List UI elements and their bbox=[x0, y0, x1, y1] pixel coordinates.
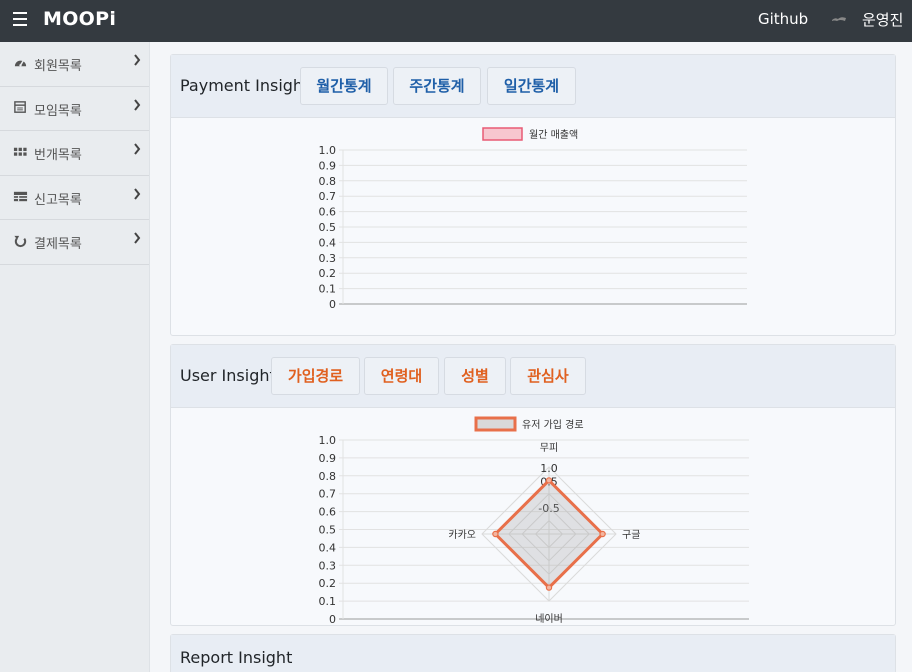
sidebar-item-label: 결제목록 bbox=[34, 237, 82, 252]
y-tick-label: 0.4 bbox=[319, 541, 337, 554]
radar-series-area bbox=[493, 478, 605, 590]
chevron-right-icon bbox=[134, 187, 141, 200]
legend-swatch bbox=[474, 416, 517, 432]
radar-data-point bbox=[599, 530, 606, 538]
card-title: User Insight bbox=[180, 366, 276, 385]
top-navbar: MOOPi Github 운영진 bbox=[0, 0, 912, 42]
hamburger-icon[interactable] bbox=[13, 12, 27, 26]
sidebar: 회원목록 모임목록 번개목록 신고목록 결제목록 bbox=[0, 42, 150, 672]
sidebar-item-label: 번개목록 bbox=[34, 148, 82, 163]
monthly-sales-chart: 월간 매출액 0 0.1 0.2 0.3 0.4 0.5 0.6 0.7 0.8 0.9 1.0 bbox=[319, 127, 747, 311]
tab-gender[interactable]: 성별 bbox=[444, 357, 506, 395]
payment-insight-card: Payment Insight 월간통계 주간통계 일간통계 월간 매출액 0 0.… bbox=[170, 54, 896, 336]
user-name[interactable]: 운영진 bbox=[862, 9, 903, 30]
card-header: User Insight 가입경로 연령대 성별 관심사 bbox=[171, 345, 895, 408]
sidebar-item-reports[interactable]: 신고목록 bbox=[0, 176, 149, 220]
y-tick-label: 0.6 bbox=[319, 206, 337, 219]
avatar-icon[interactable] bbox=[831, 15, 847, 23]
radar-point-label: 네이버 bbox=[535, 613, 563, 625]
tab-interests[interactable]: 관심사 bbox=[510, 357, 586, 395]
sidebar-item-label: 모임목록 bbox=[34, 103, 82, 119]
signup-path-chart: 유저 가입 경로00.10.20.30.40.50.60.70.80.91.0-… bbox=[319, 416, 749, 625]
y-tick-label: 0 bbox=[329, 613, 336, 625]
card-header: Payment Insight 월간통계 주간통계 일간통계 bbox=[171, 55, 895, 118]
card-header: Report Insight bbox=[171, 635, 895, 672]
chevron-right-icon bbox=[134, 143, 141, 155]
y-tick-label: 0.1 bbox=[319, 595, 337, 608]
report-insight-card: Report Insight bbox=[170, 634, 896, 672]
sidebar-item-flash[interactable]: 번개목록 bbox=[0, 131, 149, 176]
sidebar-item-payments[interactable]: 결제목록 bbox=[0, 220, 149, 265]
user-insight-card: User Insight 가입경로 연령대 성별 관심사 유저 가입 경로 0 0.… bbox=[170, 344, 896, 626]
tab-weekly[interactable]: 주간통계 bbox=[393, 67, 481, 105]
radar-point-label: 카카오 bbox=[448, 529, 476, 541]
tab-signup-path[interactable]: 가입경로 bbox=[271, 357, 360, 395]
y-tick-label: 0 bbox=[329, 298, 336, 311]
radar-data-point bbox=[492, 530, 499, 538]
y-tick-label: 0.8 bbox=[319, 470, 337, 483]
y-tick-label: 0.6 bbox=[319, 506, 337, 519]
chevron-right-icon bbox=[134, 98, 141, 111]
y-tick-label: 1.0 bbox=[319, 144, 337, 157]
legend-label: 유저 가입 경로 bbox=[522, 418, 584, 431]
radar-point-label: 구글 bbox=[622, 529, 640, 541]
y-tick-label: 0.2 bbox=[319, 267, 337, 280]
y-tick-label: 0.1 bbox=[319, 283, 337, 296]
table-icon bbox=[13, 191, 28, 201]
y-tick-label: 0.9 bbox=[319, 159, 337, 172]
legend-label: 월간 매출액 bbox=[529, 129, 578, 141]
github-link[interactable]: Github bbox=[758, 10, 808, 28]
radar-tick-label: 1.0 bbox=[540, 462, 558, 475]
y-tick-label: 0.2 bbox=[319, 577, 337, 590]
y-tick-label: 0.5 bbox=[319, 524, 337, 537]
y-tick-label: 0.7 bbox=[319, 190, 337, 203]
y-tick-label: 0.8 bbox=[319, 175, 337, 188]
refresh-icon bbox=[14, 235, 27, 248]
y-tick-label: 0.7 bbox=[319, 488, 337, 501]
radar-data-point bbox=[545, 584, 553, 591]
dashboard-icon bbox=[14, 60, 27, 67]
radar-point-label: 무피 bbox=[540, 442, 558, 454]
grid-icon bbox=[13, 147, 27, 156]
brand-logo[interactable]: MOOPi bbox=[43, 8, 116, 30]
y-tick-label: 0.5 bbox=[319, 221, 337, 234]
calendar-icon bbox=[14, 100, 26, 113]
legend-swatch bbox=[482, 127, 523, 141]
y-tick-label: 0.3 bbox=[319, 252, 337, 265]
sidebar-item-label: 신고목록 bbox=[34, 192, 82, 208]
y-tick-label: 0.3 bbox=[319, 559, 337, 572]
tab-daily[interactable]: 일간통계 bbox=[487, 67, 576, 105]
sidebar-item-meetings[interactable]: 모임목록 bbox=[0, 87, 149, 131]
y-tick-label: 0.9 bbox=[319, 452, 337, 465]
y-tick-label: 0.4 bbox=[319, 236, 337, 249]
sidebar-item-label: 회원목록 bbox=[34, 59, 82, 74]
card-title: Payment Insight bbox=[180, 76, 310, 95]
chevron-right-icon bbox=[134, 232, 141, 244]
sidebar-item-members[interactable]: 회원목록 bbox=[0, 42, 149, 87]
card-title: Report Insight bbox=[180, 648, 293, 667]
tab-monthly[interactable]: 월간통계 bbox=[300, 67, 388, 105]
y-tick-label: 1.0 bbox=[319, 434, 337, 447]
chevron-right-icon bbox=[134, 54, 141, 66]
tab-age-group[interactable]: 연령대 bbox=[364, 357, 439, 395]
radar-data-point bbox=[545, 477, 553, 484]
